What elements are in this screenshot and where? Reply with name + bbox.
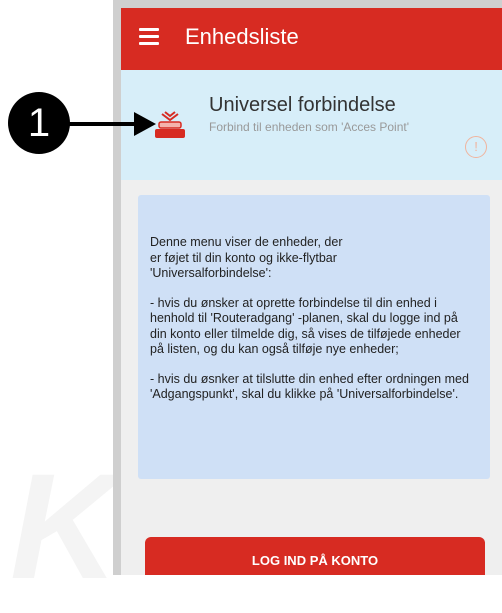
watermark-decoration: K: [10, 442, 119, 610]
universal-subtitle: Forbind til enheden som 'Acces Point': [209, 120, 410, 134]
info-paragraph-3: - hvis du øsnker at tilslutte din enhed …: [150, 371, 469, 402]
page-title: Enhedsliste: [185, 24, 299, 49]
info-paragraph-2: - hvis du ønsker at oprette forbindelse …: [150, 295, 461, 357]
info-icon[interactable]: !: [465, 136, 487, 158]
login-button[interactable]: LOG IND PÅ KONTO: [145, 537, 485, 575]
hamburger-icon[interactable]: [139, 28, 159, 45]
universal-title: Universel forbindelse: [209, 94, 396, 116]
app-bar: Enhedsliste: [121, 8, 502, 70]
info-paragraph-1: Denne menu viser de enheder, der er føje…: [150, 235, 343, 280]
arrow-icon: [66, 112, 156, 136]
phone-screen: Enhedsliste Universel forbindelse Forbin…: [113, 0, 502, 575]
router-icon: [155, 111, 185, 138]
info-box: Denne menu viser de enheder, der er føje…: [138, 195, 490, 479]
universal-connection-item[interactable]: Universel forbindelse Forbind til enhede…: [121, 70, 502, 180]
step-number-badge: 1: [8, 92, 70, 154]
